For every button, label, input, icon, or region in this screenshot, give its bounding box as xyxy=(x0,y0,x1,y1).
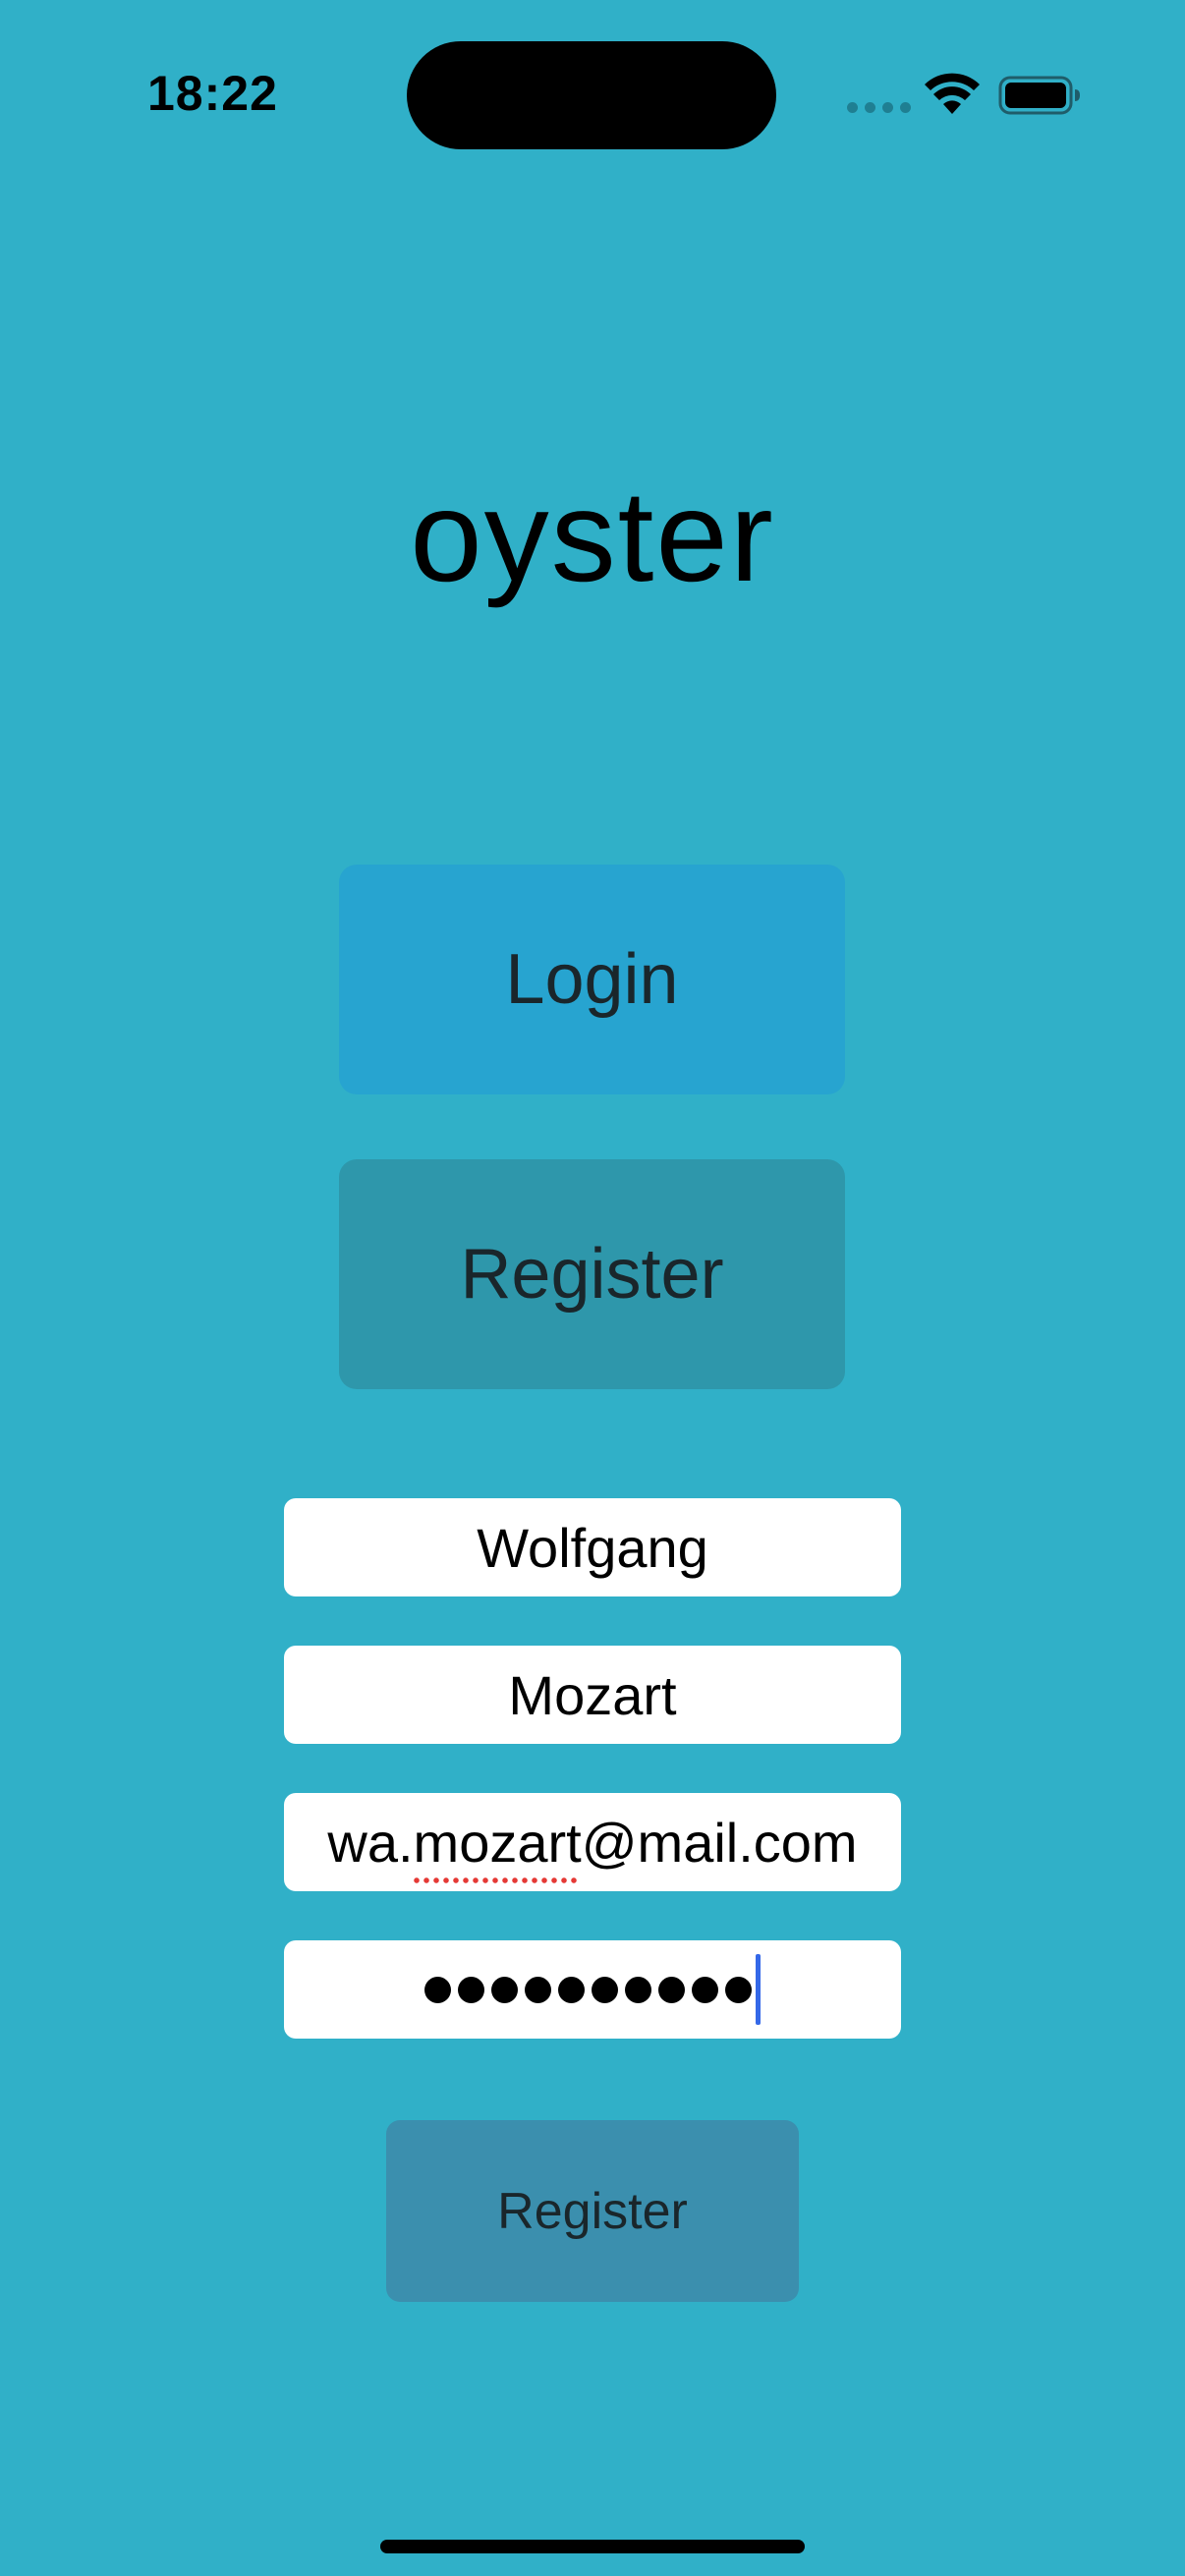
email-field[interactable]: wa.mozart@mail.com xyxy=(284,1793,901,1891)
home-indicator[interactable] xyxy=(380,2540,805,2553)
first-name-value: Wolfgang xyxy=(477,1516,708,1579)
password-dot xyxy=(658,1976,685,2003)
email-value: wa.mozart@mail.com xyxy=(327,1811,858,1874)
dynamic-island xyxy=(407,41,776,149)
text-caret xyxy=(756,1954,761,2025)
password-dot xyxy=(725,1976,752,2003)
battery-icon xyxy=(998,76,1080,115)
password-dot xyxy=(424,1976,451,2003)
first-name-field[interactable]: Wolfgang xyxy=(284,1498,901,1596)
email-value-wrap: wa.mozart@mail.com xyxy=(327,1811,858,1883)
password-dot xyxy=(692,1976,718,2003)
signal-icon xyxy=(847,102,911,113)
last-name-field[interactable]: Mozart xyxy=(284,1646,901,1744)
wifi-icon xyxy=(925,73,980,114)
login-button[interactable]: Login xyxy=(339,865,845,1094)
password-dot xyxy=(458,1976,484,2003)
register-tab-button[interactable]: Register xyxy=(339,1159,845,1389)
password-dot xyxy=(525,1976,551,2003)
password-field[interactable] xyxy=(284,1940,901,2039)
status-time: 18:22 xyxy=(147,66,278,121)
app-title: oyster xyxy=(410,464,775,608)
register-submit-button[interactable]: Register xyxy=(386,2120,799,2302)
last-name-value: Mozart xyxy=(508,1663,677,1726)
password-dot xyxy=(558,1976,585,2003)
spellcheck-underline xyxy=(412,1876,580,1883)
password-dot xyxy=(592,1976,618,2003)
password-dot xyxy=(625,1976,651,2003)
password-dot xyxy=(491,1976,518,2003)
password-dots xyxy=(424,1976,752,2003)
